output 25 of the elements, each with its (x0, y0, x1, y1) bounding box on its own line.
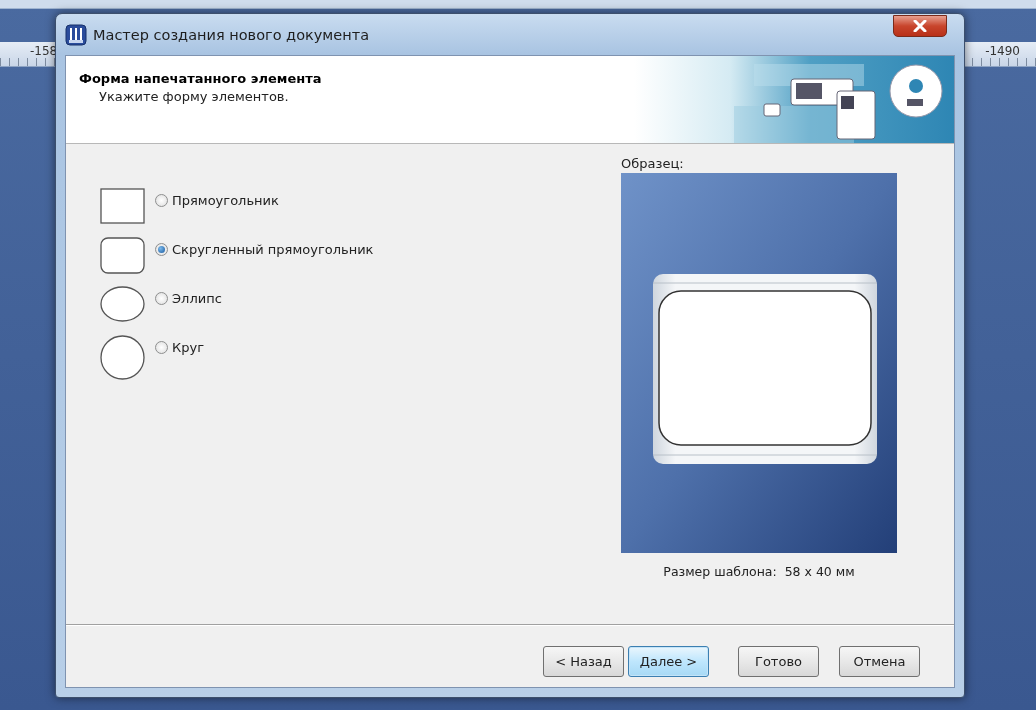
page-subtitle: Укажите форму элементов. (99, 89, 290, 104)
radio-button[interactable] (155, 194, 168, 207)
radio-button[interactable] (155, 243, 168, 256)
close-button[interactable] (893, 15, 947, 37)
wizard-button[interactable]: Готово (738, 646, 819, 677)
rectangle-icon (100, 188, 145, 224)
ellipse-icon (100, 286, 145, 322)
sample-label: Образец: (621, 156, 685, 171)
radio-button[interactable] (155, 341, 168, 354)
page-title: Форма напечатанного элемента (79, 71, 323, 86)
window-title: Мастер создания нового документа (93, 26, 370, 43)
template-size-text: Размер шаблона: 58 x 40 мм (662, 564, 856, 579)
wizard-button[interactable]: < Назад (543, 646, 624, 677)
close-icon (913, 20, 927, 32)
option-label[interactable]: Круг (172, 340, 204, 355)
wizard-button[interactable]: Далее > (628, 646, 709, 677)
rounded-rectangle-icon (100, 237, 145, 274)
app-icon (65, 23, 87, 46)
option-label[interactable]: Эллипс (172, 291, 222, 306)
wizard-button[interactable]: Отмена (839, 646, 920, 677)
ruler-number: -1490 (984, 43, 1021, 60)
option-label[interactable]: Прямоугольник (172, 193, 279, 208)
circle-icon (100, 335, 145, 380)
radio-button[interactable] (155, 292, 168, 305)
option-label[interactable]: Скругленный прямоугольник (172, 242, 374, 257)
